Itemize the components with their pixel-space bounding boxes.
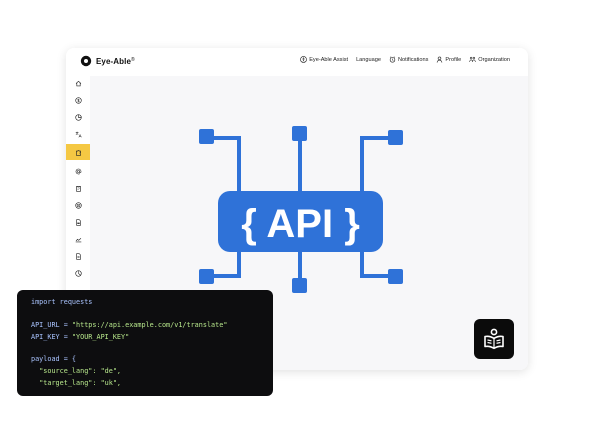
sidebar-item-translation[interactable]: [66, 127, 90, 141]
alarm-clock-icon: [389, 56, 396, 63]
code-line: API_URL = "https://api.example.com/v1/tr…: [31, 321, 228, 329]
sidebar-item-mentions[interactable]: [66, 164, 90, 178]
sidebar-item-reports[interactable]: [66, 181, 90, 195]
nav-language-label: Language: [356, 56, 381, 63]
code-line: payload = {: [31, 355, 77, 363]
people-icon: [469, 56, 476, 63]
nav-profile[interactable]: Profile: [436, 56, 461, 63]
pie-chart-icon: [74, 113, 82, 121]
reader-mode-button[interactable]: [474, 319, 514, 359]
code-line: "source_lang": "de",: [39, 367, 122, 375]
nav-organization[interactable]: Organization: [469, 56, 510, 63]
target-icon: [74, 201, 82, 209]
code-line: "target_lang": "uk",: [39, 379, 122, 387]
dollar-icon: [74, 96, 82, 104]
sidebar-item-statistics[interactable]: [66, 266, 90, 280]
brand-logo[interactable]: Eye-Able®: [80, 55, 135, 67]
sidebar-item-goals[interactable]: [66, 198, 90, 212]
sidebar-item-documents[interactable]: [66, 249, 90, 263]
sidebar-item-analytics[interactable]: [66, 110, 90, 124]
sidebar-item-integrations[interactable]: [66, 144, 90, 160]
api-node: [292, 126, 307, 141]
api-node: [388, 269, 403, 284]
nav-organization-label: Organization: [478, 56, 510, 63]
nav-notifications[interactable]: Notifications: [389, 56, 428, 63]
api-node: [199, 269, 214, 284]
top-nav: Eye-Able Assist Language Notifications P…: [300, 56, 510, 63]
user-icon: [437, 56, 443, 63]
code-line: import requests: [31, 298, 93, 306]
nav-eye-able-assist[interactable]: Eye-Able Assist: [300, 56, 348, 63]
api-label: { API }: [241, 202, 360, 246]
code-snippet-panel: import requests API_URL = "https://api.e…: [17, 290, 273, 396]
nav-profile-label: Profile: [445, 56, 462, 63]
eye-able-logo-icon: [80, 55, 92, 67]
accessibility-icon: [300, 56, 308, 63]
document-icon: [75, 252, 81, 260]
brand-registered: ®: [131, 56, 135, 63]
nav-eye-able-assist-label: Eye-Able Assist: [309, 56, 349, 63]
reader-book-icon: [484, 328, 504, 350]
at-sign-icon: [75, 168, 81, 174]
nav-notifications-label: Notifications: [397, 56, 429, 63]
sidebar-item-billing[interactable]: [66, 93, 90, 107]
clipboard-icon: [75, 185, 81, 192]
code-line: API_KEY = "YOUR_API_KEY": [31, 333, 130, 341]
sidebar-item-home[interactable]: [66, 76, 90, 90]
puzzle-icon: [75, 149, 81, 156]
sidebar-item-pdf[interactable]: [66, 215, 90, 229]
top-bar: Eye-Able® Eye-Able Assist Language Notif…: [66, 48, 528, 76]
chart-icon: [74, 269, 82, 277]
api-node: [292, 278, 307, 293]
sidebar-item-trends[interactable]: [66, 232, 90, 246]
brand-name: Eye-Able: [96, 56, 132, 66]
nav-language[interactable]: Language: [356, 56, 381, 63]
trend-icon: [75, 237, 81, 242]
api-node: [199, 129, 214, 144]
translate-icon: [75, 131, 82, 137]
home-icon: [75, 80, 81, 86]
pdf-icon: [75, 218, 81, 226]
api-node: [388, 130, 403, 145]
